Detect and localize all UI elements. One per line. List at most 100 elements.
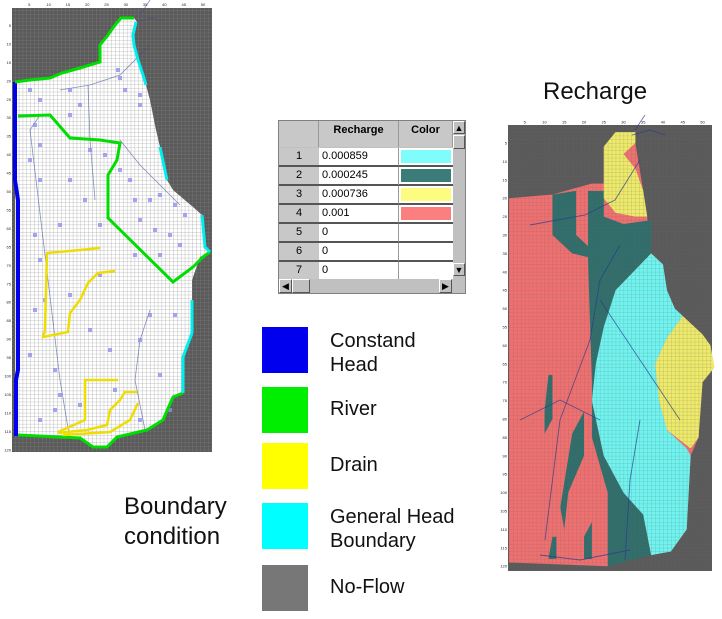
legend-swatch [262,503,308,549]
color-cell[interactable] [399,186,453,205]
row-tick-label: 30 [7,115,12,120]
row-tick-label: 45 [7,171,12,176]
column-tick-label: 35 [641,120,646,125]
recharge-map: 5 10 15 20 25 30 35 40 45 50 5 10 15 20 25 30 35 40 45 50 55… [500,114,715,571]
legend-label: No-Flow [330,576,405,598]
arrow-down-icon[interactable]: ▼ [453,263,465,276]
arrow-left-icon[interactable]: ◀ [279,279,292,293]
well-marker [128,178,132,182]
row-tick-label: 95 [7,355,12,360]
legend-label: Constand Head [330,330,416,376]
row-tick-label: 105 [500,509,507,514]
color-cell[interactable] [399,148,453,167]
well-marker [58,393,62,397]
column-tick-label: 20 [582,120,587,125]
row-tick-label: 40 [503,269,508,274]
row-tick-label: 100 [4,374,11,379]
well-marker [118,76,122,80]
well-marker [138,93,142,97]
well-marker [116,68,120,72]
row-number: 6 [279,243,319,262]
boundary-condition-title-line1: Boundary [124,493,227,520]
row-tick-label: 75 [7,281,12,286]
recharge-title: Recharge [543,78,648,105]
column-tick-label: 15 [66,2,71,7]
header-color[interactable]: Color [399,121,453,147]
row-tick-label: 50 [503,306,508,311]
column-tick-label: 35 [143,2,148,7]
legend-label: Drain [330,454,378,476]
row-tick-label: 15 [503,177,508,182]
boundary-condition-map: 5 10 15 20 25 30 35 40 45 50 5 10 15 20 25 30 35 40 45 50 55… [4,0,212,452]
well-marker [38,143,42,147]
well-marker [78,103,82,107]
recharge-value-cell[interactable]: 0 [319,224,399,243]
column-tick-label: 20 [85,2,90,7]
row-tick-label: 10 [503,159,508,164]
well-marker [28,353,32,357]
well-marker [28,88,32,92]
column-tick-label: 10 [542,120,547,125]
row-tick-label: 25 [503,214,508,219]
well-marker [103,153,107,157]
well-marker [53,408,57,412]
legend-swatch [262,443,308,489]
color-cell[interactable] [399,224,453,243]
color-cell[interactable] [399,243,453,262]
well-marker [98,223,102,227]
recharge-value-cell[interactable]: 0.000859 [319,148,399,167]
column-tick-label: 30 [124,2,129,7]
well-marker [173,203,177,207]
color-cell[interactable] [399,167,453,186]
row-tick-label: 85 [503,435,508,440]
legend-label: River [330,398,377,420]
recharge-value-cell[interactable]: 0.000736 [319,186,399,205]
well-marker [158,193,162,197]
well-marker [88,148,92,152]
row-tick-label: 50 [7,189,12,194]
row-tick-label: 5 [9,23,12,28]
legend-swatch [262,565,308,611]
row-number: 5 [279,224,319,243]
row-tick-label: 115 [501,545,508,550]
well-marker [38,178,42,182]
row-tick-label: 10 [7,41,12,46]
row-tick-label: 110 [5,410,12,415]
row-tick-label: 55 [503,325,508,330]
row-tick-label: 40 [7,152,12,157]
boundary-condition-title-line2: condition [124,523,221,550]
arrow-right-icon[interactable]: ▶ [439,279,452,293]
row-tick-label: 20 [7,78,12,83]
scroll-thumb[interactable] [453,135,465,149]
well-marker [88,328,92,332]
scroll-thumb-horizontal[interactable] [292,279,310,293]
row-tick-label: 30 [503,233,508,238]
header-recharge[interactable]: Recharge [319,121,399,147]
row-tick-label: 120 [4,447,11,452]
row-tick-label: 25 [7,97,12,102]
recharge-table[interactable]: Recharge Color 1 0.000859 2 0.000245 3 0… [278,120,466,294]
well-marker [138,218,142,222]
recharge-value-cell[interactable]: 0 [319,243,399,262]
row-tick-label: 80 [503,417,508,422]
row-tick-label: 20 [503,196,508,201]
well-marker [68,88,72,92]
well-marker [178,243,182,247]
well-marker [183,213,187,217]
well-marker [158,253,162,257]
recharge-value-cell[interactable]: 0.001 [319,205,399,224]
arrow-up-icon[interactable]: ▲ [453,121,465,134]
legend-swatch [262,387,308,433]
column-tick-label: 30 [621,120,626,125]
well-marker [148,313,152,317]
color-cell[interactable] [399,205,453,224]
recharge-value-cell[interactable]: 0.000245 [319,167,399,186]
column-tick-label: 5 [524,120,527,125]
column-tick-label: 45 [681,120,686,125]
row-tick-label: 45 [503,288,508,293]
well-marker [153,228,157,232]
well-marker [33,123,37,127]
well-marker [123,88,127,92]
well-marker [138,418,142,422]
row-tick-label: 70 [503,380,508,385]
